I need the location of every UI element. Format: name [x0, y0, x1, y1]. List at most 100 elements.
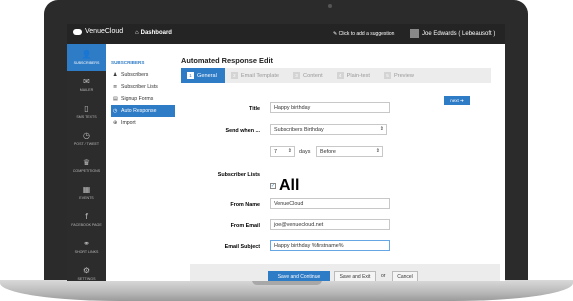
sidebar-item-settings[interactable]: ⚙ SETTINGS	[67, 260, 106, 281]
submenu-heading: SUBSCRIBERS	[111, 60, 145, 65]
user-icon: ♟	[113, 72, 118, 78]
home-icon: ⌂	[135, 30, 139, 36]
submenu: SUBSCRIBERS ♟ Subscribers ≡ Subscriber List…	[111, 60, 175, 129]
title-label: Title	[249, 106, 260, 112]
days-value: 7	[274, 148, 277, 155]
tab-label: Preview	[393, 72, 414, 79]
webcam	[328, 4, 332, 8]
submenu-item-signup-forms[interactable]: ▤ Signup Forms	[111, 93, 175, 105]
clock-icon: ◷	[113, 108, 118, 114]
tab-label: Email Template	[240, 72, 280, 79]
import-icon: ⊕	[113, 120, 118, 126]
or-text: or	[381, 273, 386, 279]
email-subject-input[interactable]: Happy birthday %firstname%	[270, 240, 390, 251]
sidebar-item-label: MAILER	[79, 87, 94, 92]
tab-number: 3	[293, 72, 301, 79]
facebook-icon: f	[85, 211, 88, 221]
days-select[interactable]: 7 ⇕	[270, 146, 295, 157]
submenu-item-import[interactable]: ⊕ Import	[111, 117, 175, 129]
sidebar-item-subscribers[interactable]: 👤 SUBSCRIBERS	[67, 44, 106, 71]
tab-label: Content	[303, 72, 323, 79]
send-when-value: Subscribers Birthday	[274, 126, 324, 133]
laptop-frame: VenueCloud ⌂ Dashboard ✎ Click to add a s…	[0, 0, 573, 301]
clock-icon: ◷	[83, 130, 90, 140]
sidebar-item-label: POST / TWEET	[73, 141, 100, 146]
save-continue-button[interactable]: Save and Continue	[268, 271, 330, 281]
tab-content[interactable]: 3 Content	[287, 68, 331, 83]
sidebar-item-sms-texts[interactable]: ▯ SMS TEXTS	[67, 98, 106, 125]
from-name-input[interactable]: VenueCloud	[270, 198, 390, 209]
email-subject-label: Email Subject	[224, 244, 260, 250]
page-title: Automated Response Edit	[181, 56, 273, 65]
all-label: All	[279, 177, 300, 194]
select-arrow-icon: ⇕	[379, 126, 384, 132]
sidebar-item-label: SHORT LINKS	[74, 249, 99, 254]
gears-icon: ⚙	[82, 265, 91, 275]
submenu-item-label: Subscriber Lists	[121, 84, 158, 90]
form-icon: ▤	[113, 96, 118, 102]
from-email-input[interactable]: joe@venuecloud.net	[270, 219, 390, 230]
user-icon: 👤	[81, 49, 92, 59]
sidebar: 👤 SUBSCRIBERS ✉ MAILER ▯ SMS TEXTS ◷ POST / TWE…	[67, 44, 106, 281]
brand-logo[interactable]: VenueCloud	[73, 28, 123, 35]
sidebar-item-post-tweet[interactable]: ◷ POST / TWEET	[67, 125, 106, 152]
select-arrow-icon: ⇕	[287, 148, 292, 154]
dashboard-link[interactable]: ⌂ Dashboard	[135, 30, 172, 36]
send-when-label: Send when ...	[225, 128, 260, 134]
list-icon: ≡	[113, 84, 118, 90]
sidebar-item-events[interactable]: ▦ EVENTS	[67, 179, 106, 206]
before-value: Before	[320, 148, 336, 155]
trophy-icon: ♛	[82, 157, 91, 167]
submenu-item-subscriber-lists[interactable]: ≡ Subscriber Lists	[111, 81, 175, 93]
send-when-select[interactable]: Subscribers Birthday ⇕	[270, 124, 387, 135]
from-email-label: From Email	[230, 223, 260, 229]
from-name-label: From Name	[230, 202, 260, 208]
submenu-item-label: Import	[121, 120, 136, 126]
user-menu[interactable]: Joe Edwards ( Lebeausoft )	[410, 29, 495, 38]
tab-label: General	[197, 72, 217, 79]
sidebar-item-short-links[interactable]: ⚭ SHORT LINKS	[67, 233, 106, 260]
sidebar-item-label: COMPETITIONS	[72, 168, 101, 173]
before-after-select[interactable]: Before ⇕	[316, 146, 383, 157]
tab-label: Plain-text	[346, 72, 370, 79]
tab-plain-text[interactable]: 4 Plain-text	[331, 68, 378, 83]
brand-name: VenueCloud	[85, 28, 124, 35]
sidebar-item-label: EVENTS	[79, 195, 94, 200]
step-tabs: 1 General 2 Email Template 3 Content 4 Plain-te…	[181, 68, 491, 83]
save-exit-button[interactable]: Save and Exit	[334, 271, 376, 281]
submenu-item-subscribers[interactable]: ♟ Subscribers	[111, 69, 175, 81]
next-button[interactable]: next ➔	[444, 96, 470, 105]
submenu-item-label: Signup Forms	[121, 96, 154, 102]
phone-icon: ▯	[84, 103, 89, 113]
main-content: Automated Response Edit 1 General 2 Email T…	[179, 56, 497, 83]
tab-preview[interactable]: 5 Preview	[378, 68, 422, 83]
user-name: Joe Edwards ( Lebeausoft )	[422, 30, 496, 37]
days-label: days	[299, 149, 311, 155]
bulb-icon: ✎	[333, 31, 338, 37]
submenu-item-label: Subscribers	[121, 72, 149, 78]
sidebar-item-facebook-page[interactable]: f FACEBOOK PAGE	[67, 206, 106, 233]
select-arrow-icon: ⇕	[375, 148, 380, 154]
all-lists-checkbox[interactable]: ✓ All	[270, 177, 299, 195]
envelope-icon: ✉	[83, 76, 90, 86]
sidebar-item-competitions[interactable]: ♛ COMPETITIONS	[67, 152, 106, 179]
tab-general[interactable]: 1 General	[181, 68, 225, 83]
submenu-item-auto-response[interactable]: ◷ Auto Response	[111, 105, 175, 117]
calendar-icon: ▦	[82, 184, 91, 194]
title-input[interactable]: Happy birthday	[270, 102, 390, 113]
top-bar: VenueCloud ⌂ Dashboard ✎ Click to add a s…	[67, 24, 505, 44]
suggestion-link[interactable]: ✎ Click to add a suggestion	[333, 31, 394, 37]
suggestion-label: Click to add a suggestion	[338, 31, 395, 37]
avatar	[410, 29, 419, 38]
sidebar-item-label: FACEBOOK PAGE	[71, 222, 102, 227]
sidebar-item-mailer[interactable]: ✉ MAILER	[67, 71, 106, 98]
dashboard-label: Dashboard	[140, 30, 172, 36]
cancel-button[interactable]: Cancel	[392, 271, 418, 281]
tab-number: 4	[336, 72, 344, 79]
tab-email-template[interactable]: 2 Email Template	[225, 68, 287, 83]
sidebar-item-label: SETTINGS	[77, 276, 96, 281]
tab-number: 2	[230, 72, 238, 79]
form-actions: Save and Continue Save and Exit or Cance…	[190, 264, 500, 281]
submenu-item-label: Auto Response	[121, 108, 157, 114]
checkmark-icon: ✓	[270, 183, 276, 189]
